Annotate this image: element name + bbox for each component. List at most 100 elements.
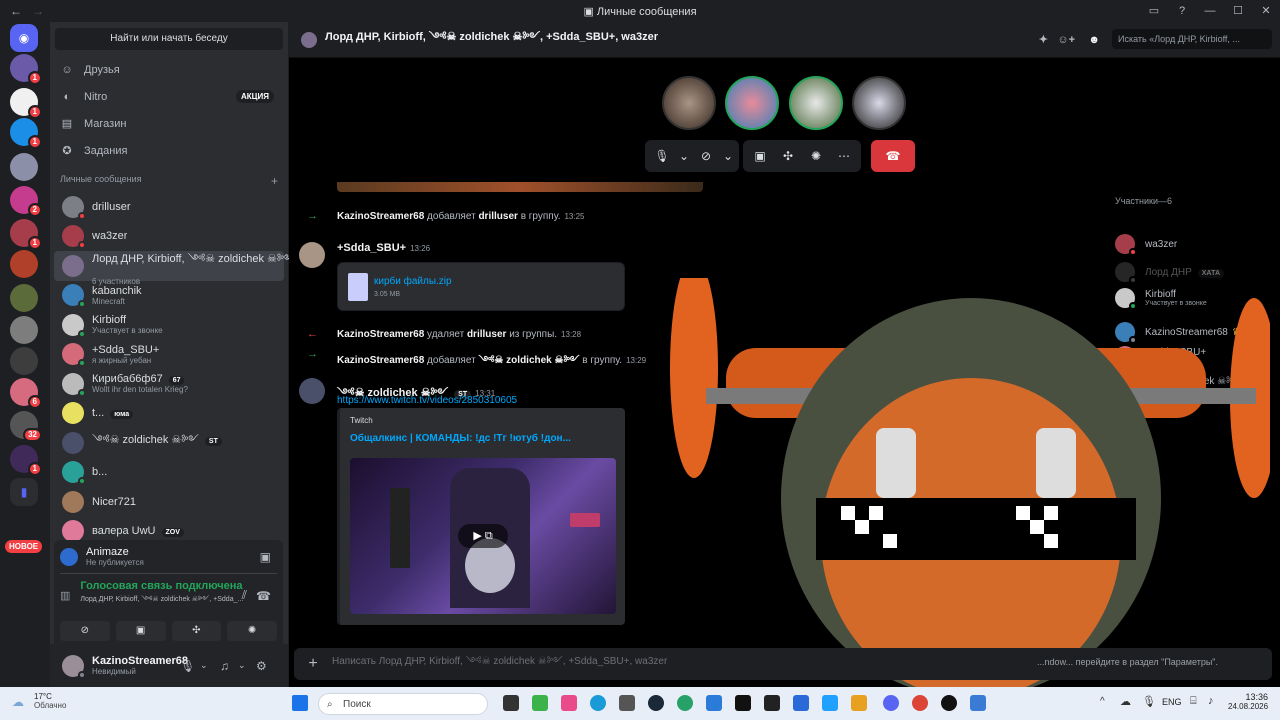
back-arrow-icon[interactable]: ← — [10, 4, 22, 18]
video-thumbnail[interactable]: ▶ ⧉ — [350, 458, 616, 614]
dm-item[interactable]: Kirbioff Участвует в звонке — [54, 310, 284, 340]
noise-suppression-icon[interactable]: ⫽ — [242, 588, 247, 603]
home-button[interactable]: ◉ — [10, 24, 38, 52]
app-icon[interactable] — [793, 695, 809, 711]
more-options-icon[interactable]: ⋯ — [833, 149, 855, 163]
member-item[interactable]: Kirbioff Участвует в звонке — [1115, 288, 1275, 310]
language-indicator[interactable]: ENG — [1162, 697, 1182, 707]
app-icon[interactable] — [970, 695, 986, 711]
message-link[interactable]: https://www.twitch.tv/videos/2850310605 — [337, 395, 517, 406]
maximize-icon[interactable]: ☐ — [1224, 0, 1252, 22]
embed-title-link[interactable]: Общалкинс | КОМАНДЫ: !дс !Тг !ютуб !дон.… — [350, 433, 571, 444]
app-icon[interactable] — [735, 695, 751, 711]
server-icon[interactable] — [10, 347, 38, 375]
dm-item[interactable]: +Sdda_SBU+ я жирный уебан — [54, 340, 284, 370]
participant-avatar[interactable] — [789, 76, 843, 130]
soundboard-button[interactable]: ✺ — [227, 621, 277, 641]
camera-off-icon[interactable]: ⊘ — [695, 149, 717, 163]
disconnect-icon[interactable]: ☎ — [256, 589, 271, 603]
add-attachment-icon[interactable]: + — [294, 655, 332, 673]
server-icon[interactable] — [10, 153, 38, 181]
folder-icon[interactable]: ▮ — [10, 478, 38, 506]
chevron-down-icon[interactable]: ⌄ — [200, 660, 208, 671]
dm-item[interactable]: drilluser — [54, 192, 284, 222]
app-icon[interactable] — [706, 695, 722, 711]
minimize-icon[interactable]: — — [1196, 0, 1224, 22]
activities-icon[interactable]: ✣ — [777, 149, 799, 163]
app-icon[interactable] — [677, 695, 693, 711]
app-icon[interactable] — [822, 695, 838, 711]
chevron-down-icon[interactable]: ⌄ — [679, 149, 689, 163]
start-windows-icon[interactable] — [292, 695, 308, 711]
app-icon[interactable] — [532, 695, 548, 711]
camera-off-button[interactable]: ⊘ — [60, 621, 110, 641]
chevron-down-icon[interactable]: ⌄ — [723, 149, 733, 163]
server-icon[interactable]: 1 — [10, 88, 42, 119]
user-avatar[interactable] — [299, 242, 325, 268]
server-icon[interactable]: 1 — [10, 118, 42, 149]
server-icon[interactable]: 32 — [10, 411, 42, 442]
hang-up-button[interactable]: ☎ — [871, 140, 915, 172]
user-avatar[interactable] — [299, 378, 325, 404]
app-icon[interactable] — [851, 695, 867, 711]
server-icon[interactable] — [10, 316, 38, 344]
message-composer[interactable]: + Написать Лорд ДНР, Kirbioff, ༺☠ zoldic… — [294, 648, 1272, 680]
settings-gear-icon[interactable]: ⚙ — [256, 659, 267, 673]
app-icon[interactable] — [619, 695, 635, 711]
server-icon[interactable]: 1 — [10, 54, 42, 85]
microphone-tray-icon[interactable]: 🎙︎ — [1142, 695, 1156, 708]
menu-friends[interactable]: ☺ Друзья — [50, 56, 288, 83]
help-icon[interactable]: ? — [1168, 0, 1196, 22]
add-dm-button[interactable]: + — [271, 174, 278, 188]
dm-item[interactable]: Nicer721 — [54, 487, 284, 517]
file-link[interactable]: кирби файлы.zip — [374, 276, 452, 287]
edge-icon[interactable] — [590, 695, 606, 711]
dm-item[interactable]: b... — [54, 458, 284, 488]
clock[interactable]: 13:36 24.08.2026 — [1228, 692, 1268, 711]
taskbar-search[interactable]: ⌕ Поиск — [318, 693, 488, 715]
message-input[interactable]: Написать Лорд ДНР, Kirbioff, ༺☠ zoldiche… — [332, 650, 667, 678]
forward-arrow-icon[interactable]: → — [32, 4, 44, 18]
microphone-icon[interactable]: 🎙︎ — [180, 659, 195, 673]
play-button[interactable]: ▶ ⧉ — [458, 524, 508, 548]
server-icon[interactable]: 1 — [10, 445, 42, 476]
pin-icon[interactable]: ✦ — [1039, 33, 1048, 46]
user-avatar[interactable] — [62, 654, 86, 679]
network-icon[interactable]: ⌸ — [1190, 695, 1197, 708]
screen-share-icon[interactable]: ▣ — [260, 550, 271, 564]
share-screen-button[interactable]: ▣ — [115, 621, 166, 641]
add-member-icon[interactable]: ☺+ — [1057, 34, 1075, 46]
group-title[interactable]: Лорд ДНР, Kirbioff, ༺☠ zoldichek ☠༻, +Sd… — [325, 24, 658, 55]
microphone-icon[interactable]: 🎙︎ — [651, 149, 673, 163]
volume-icon[interactable]: ♪ — [1208, 695, 1214, 707]
close-icon[interactable]: ✕ — [1252, 0, 1280, 22]
participant-avatar[interactable] — [662, 76, 716, 130]
dm-item[interactable]: Кирибаб6ф67 67 Wollt ihr den totalen Krieg… — [54, 369, 284, 399]
chevron-down-icon[interactable]: ⌄ — [238, 660, 246, 671]
server-icon[interactable] — [10, 250, 38, 278]
steam-icon[interactable] — [648, 695, 664, 711]
member-item[interactable]: Лорд ДНР ХАТА — [1115, 262, 1275, 284]
inbox-icon[interactable]: ▭ — [1140, 0, 1168, 22]
discord-icon[interactable] — [883, 695, 899, 711]
server-icon[interactable]: 2 — [10, 186, 42, 217]
share-screen-icon[interactable]: ▣ — [749, 149, 771, 163]
participant-avatar[interactable] — [725, 76, 779, 130]
dm-item[interactable]: Лорд ДНР, Kirbioff, ༺☠ zoldichek ☠༻ 6 уча… — [54, 251, 294, 286]
member-item[interactable]: KazinoStreamer68 ♛ — [1115, 322, 1275, 344]
tray-chevron-icon[interactable]: ^ — [1100, 696, 1105, 707]
server-icon[interactable] — [10, 284, 38, 312]
member-item[interactable]: +Sdda_SBU+ я жирный уебан — [1115, 346, 1275, 368]
member-item[interactable]: wa3zer — [1115, 234, 1275, 256]
menu-shop[interactable]: ▤ Магазин — [50, 110, 288, 137]
dm-item[interactable]: t... юма — [54, 399, 284, 429]
headphones-icon[interactable]: ♫ — [220, 659, 229, 673]
app-icon[interactable] — [503, 695, 519, 711]
chrome-icon[interactable] — [912, 695, 928, 711]
search-input[interactable]: Искать «Лорд ДНР, Kirbioff, ... — [1112, 29, 1272, 49]
menu-nitro[interactable]: ◐ Nitro АКЦИЯ — [50, 83, 288, 110]
onedrive-icon[interactable]: ☁ — [1120, 695, 1131, 708]
members-icon[interactable]: ☻ — [1088, 34, 1100, 46]
dm-item[interactable]: kabanchik Minecraft — [54, 281, 284, 311]
participant-avatar[interactable] — [852, 76, 906, 130]
